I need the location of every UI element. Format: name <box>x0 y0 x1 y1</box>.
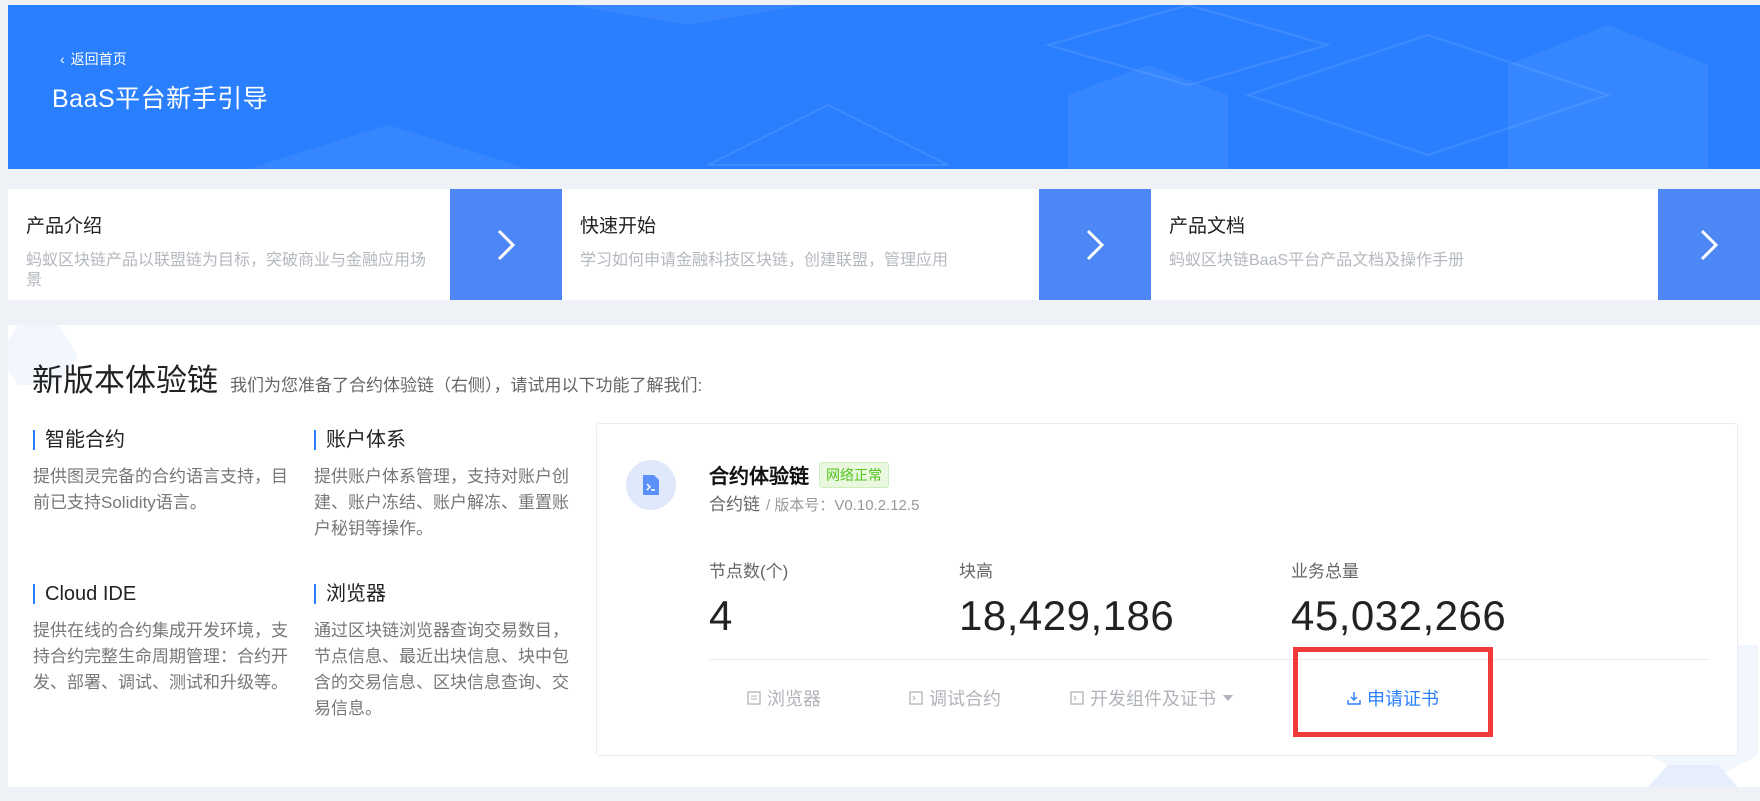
stat-label: 业务总量 <box>1291 562 1359 581</box>
feature-desc: 提供在线的合约集成开发环境，支持合约完整生命周期管理：合约开发、部署、调试、测试… <box>33 621 288 692</box>
nav-card-desc: 学习如何申请金融科技区块链，创建联盟，管理应用 <box>580 252 949 269</box>
nav-card-title: 产品文档 <box>1169 216 1246 237</box>
nav-card-quick-start[interactable]: 快速开始 学习如何申请金融科技区块链，创建联盟，管理应用 <box>562 189 1039 300</box>
back-home-link[interactable]: ‹ 返回首页 <box>60 49 127 69</box>
banner-decoration <box>248 5 1708 169</box>
stat-value: 45,032,266 <box>1291 592 1507 639</box>
panel-title: 新版本体验链 <box>32 363 218 398</box>
browser-button-label: 浏览器 <box>767 689 821 709</box>
feature-desc: 提供账户体系管理，支持对账户创建、账户冻结、账户解冻、重置账户秘钥等操作。 <box>314 467 569 538</box>
debug-contract-label: 调试合约 <box>929 689 1001 709</box>
nav-card-product-intro[interactable]: 产品介绍 蚂蚁区块链产品以联盟链为目标，突破商业与金融应用场景 <box>8 189 450 300</box>
feature-cloud-ide: Cloud IDE 提供在线的合约集成开发环境，支持合约完整生命周期管理：合约开… <box>33 584 293 696</box>
chain-avatar <box>626 460 676 510</box>
feature-title: Cloud IDE <box>33 584 293 604</box>
contract-file-icon <box>643 475 659 495</box>
terminal-icon <box>1070 691 1084 705</box>
browser-icon <box>747 691 761 705</box>
terminal-icon <box>909 691 923 705</box>
highlight-annotation-box <box>1293 647 1493 737</box>
stat-node-count: 节点数(个) 4 <box>709 557 788 640</box>
header-banner: ‹ 返回首页 BaaS平台新手引导 <box>8 5 1760 169</box>
chevron-right-icon <box>497 229 516 260</box>
chain-version: / 版本号：V0.10.2.12.5 <box>766 497 920 514</box>
status-badge: 网络正常 <box>819 461 889 488</box>
divider <box>709 659 1709 660</box>
chain-type: 合约链 <box>709 495 760 514</box>
page-title: BaaS平台新手引导 <box>52 85 269 113</box>
stat-label: 节点数(个) <box>709 562 789 581</box>
dev-components-dropdown[interactable]: 开发组件及证书 <box>1070 685 1234 711</box>
stat-total-transactions: 业务总量 45,032,266 <box>1291 557 1506 640</box>
stat-value: 18,429,186 <box>959 592 1175 639</box>
stat-label: 块高 <box>959 562 993 581</box>
nav-arrow-product-intro[interactable] <box>450 189 562 300</box>
feature-title: 浏览器 <box>314 584 574 604</box>
debug-contract-button[interactable]: 调试合约 <box>909 685 1001 711</box>
chain-card: 合约体验链 网络正常 合约链 / 版本号：V0.10.2.12.5 节点数(个)… <box>596 423 1738 756</box>
feature-desc: 提供图灵完备的合约语言支持，目前已支持Solidity语言。 <box>33 467 288 512</box>
feature-desc: 通过区块链浏览器查询交易数目，节点信息、最近出块信息、块中包含的交易信息、区块信… <box>314 621 569 718</box>
feature-smart-contract: 智能合约 提供图灵完备的合约语言支持，目前已支持Solidity语言。 <box>33 430 293 516</box>
chevron-right-icon <box>1086 229 1105 260</box>
nav-card-product-docs[interactable]: 产品文档 蚂蚁区块链BaaS平台产品文档及操作手册 <box>1151 189 1658 300</box>
nav-card-title: 产品介绍 <box>26 216 103 237</box>
feature-title: 智能合约 <box>33 430 293 450</box>
nav-arrow-quick-start[interactable] <box>1039 189 1151 300</box>
caret-down-icon <box>1223 695 1233 701</box>
stat-value: 4 <box>709 592 733 639</box>
feature-title: 账户体系 <box>314 430 574 450</box>
chevron-right-icon <box>1700 229 1719 260</box>
feature-account-system: 账户体系 提供账户体系管理，支持对账户创建、账户冻结、账户解冻、重置账户秘钥等操… <box>314 430 574 542</box>
panel-subtitle: 我们为您准备了合约体验链（右侧），请试用以下功能了解我们: <box>230 376 703 395</box>
chevron-left-icon: ‹ <box>60 51 65 67</box>
nav-arrow-product-docs[interactable] <box>1658 189 1760 300</box>
nav-card-desc: 蚂蚁区块链BaaS平台产品文档及操作手册 <box>1169 252 1465 269</box>
nav-card-title: 快速开始 <box>580 216 657 237</box>
dev-components-label: 开发组件及证书 <box>1090 689 1216 709</box>
browser-button[interactable]: 浏览器 <box>747 685 821 711</box>
stat-block-height: 块高 18,429,186 <box>959 557 1174 640</box>
chain-name: 合约体验链 <box>709 466 809 488</box>
feature-browser: 浏览器 通过区块链浏览器查询交易数目，节点信息、最近出块信息、块中包含的交易信息… <box>314 584 574 722</box>
back-home-label: 返回首页 <box>70 51 127 67</box>
nav-card-desc: 蚂蚁区块链产品以联盟链为目标，突破商业与金融应用场景 <box>26 252 427 289</box>
